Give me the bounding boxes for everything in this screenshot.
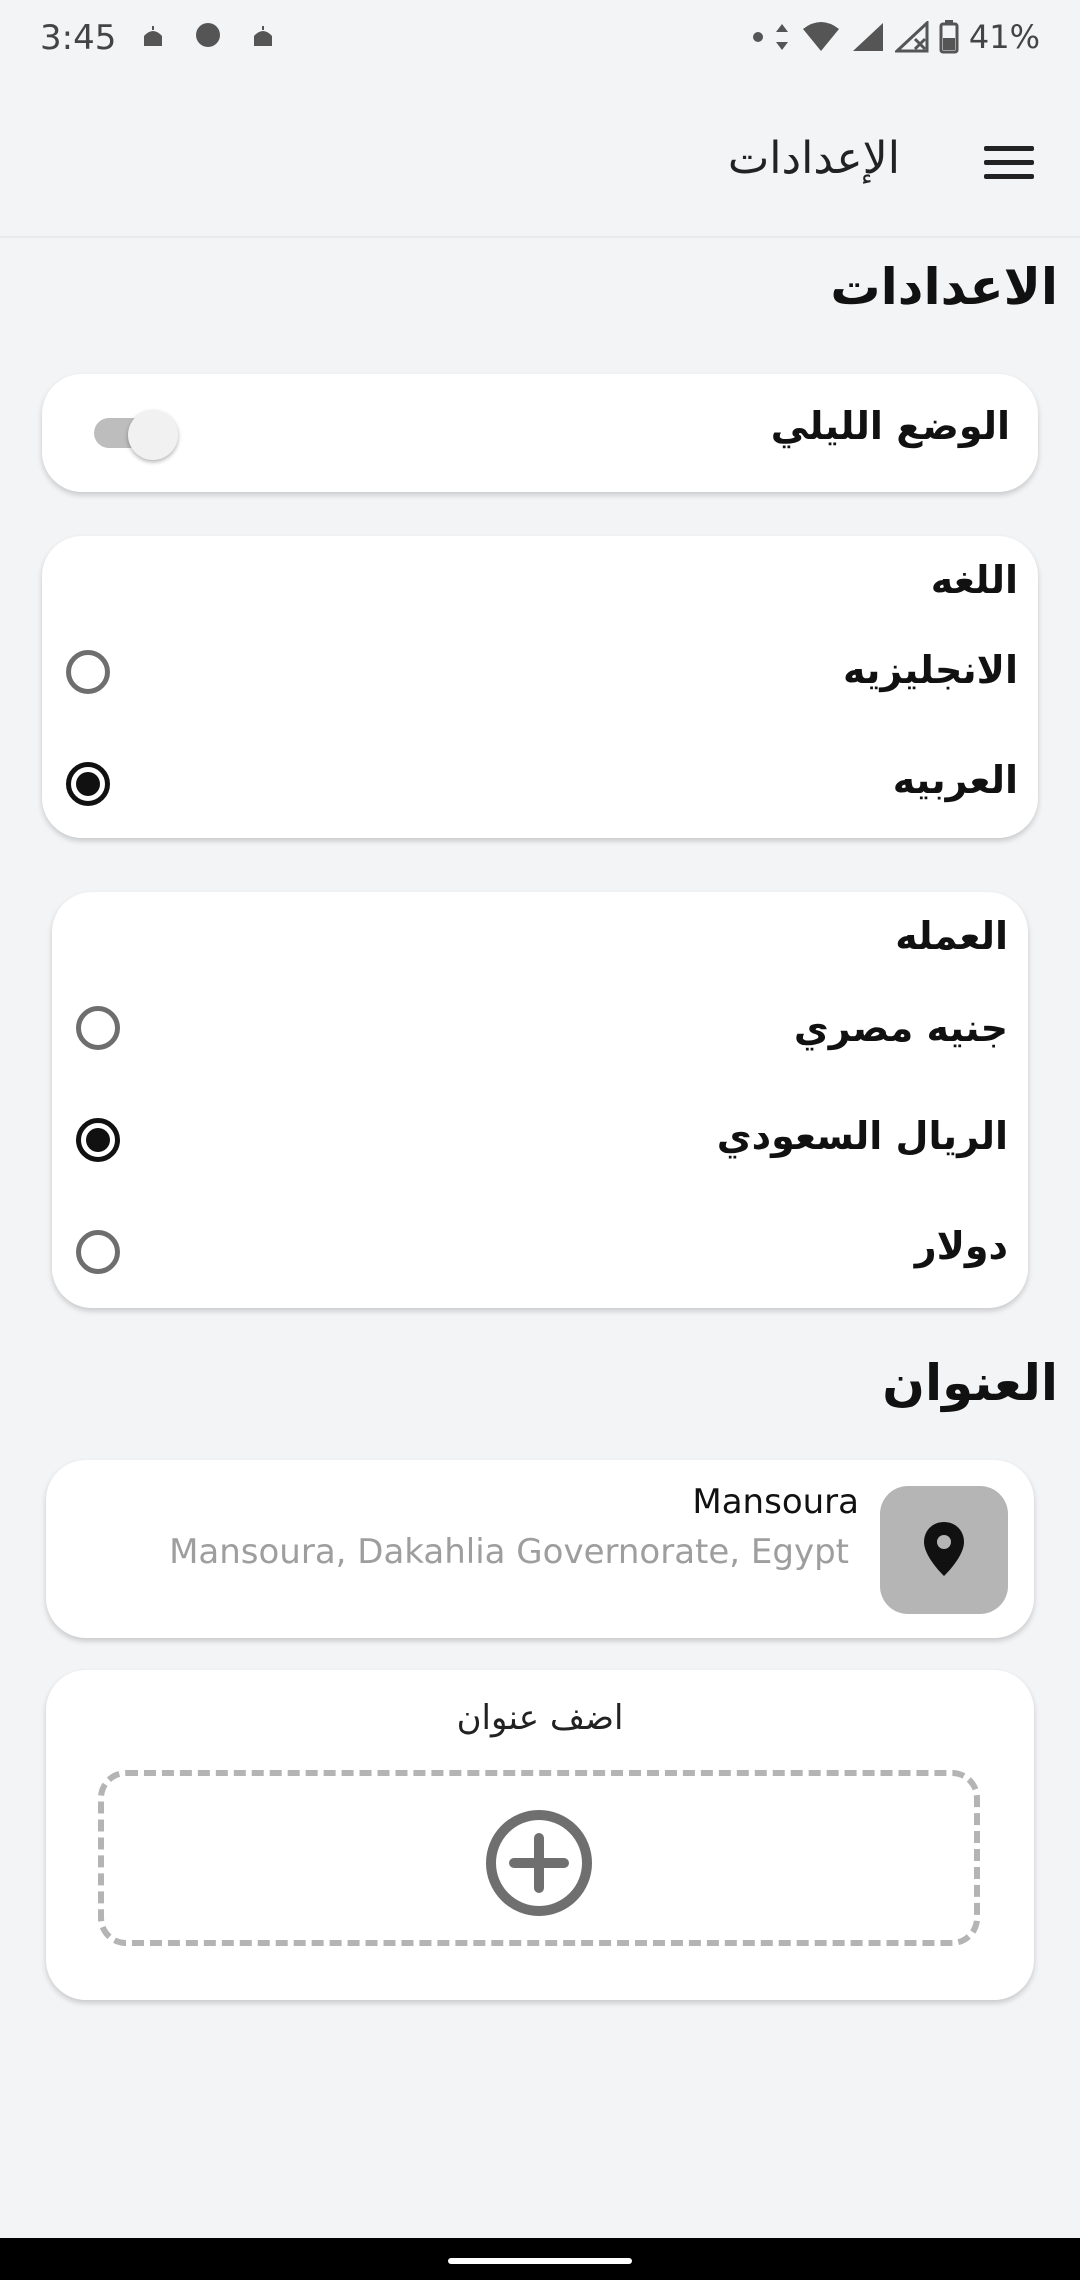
currency-title: العمله bbox=[895, 914, 1008, 958]
currency-option-usd-label[interactable]: دولار bbox=[915, 1224, 1008, 1268]
signal-icon bbox=[852, 23, 883, 51]
status-time: 3:45 bbox=[40, 18, 117, 58]
appbar-title: الإعدادات bbox=[727, 133, 900, 184]
appbar-divider bbox=[0, 236, 1080, 238]
currency-card: العمله جنيه مصري الريال السعودي دولار bbox=[52, 892, 1028, 1308]
status-right-icons: 41% bbox=[752, 18, 1040, 56]
language-arabic-radio[interactable] bbox=[66, 762, 110, 806]
currency-option-egp-label[interactable]: جنيه مصري bbox=[794, 1006, 1008, 1050]
hamburger-menu-icon[interactable] bbox=[984, 146, 1034, 180]
battery-percent: 41% bbox=[968, 18, 1040, 56]
mosque-notification-icon bbox=[144, 26, 162, 46]
status-left-icons bbox=[140, 22, 276, 48]
signal-no-service-icon bbox=[894, 21, 929, 53]
currency-egp-radio[interactable] bbox=[76, 1006, 120, 1050]
night-mode-card[interactable]: الوضع الليلي bbox=[42, 374, 1038, 492]
battery-icon bbox=[939, 20, 959, 54]
circle-notification-icon bbox=[196, 23, 220, 47]
currency-sar-radio[interactable] bbox=[76, 1118, 120, 1162]
add-address-label: اضف عنوان bbox=[456, 1698, 624, 1738]
address-name: Mansoura bbox=[692, 1482, 859, 1522]
mosque-notification-icon bbox=[254, 26, 272, 46]
wifi-icon bbox=[802, 22, 839, 51]
night-mode-switch-thumb[interactable] bbox=[128, 410, 178, 460]
location-button[interactable] bbox=[880, 1486, 1008, 1614]
add-circle-icon[interactable] bbox=[484, 1808, 594, 1918]
address-full: Mansoura, Dakahlia Governorate, Egypt bbox=[169, 1532, 849, 1572]
add-address-card[interactable]: اضف عنوان bbox=[46, 1670, 1034, 2000]
currency-usd-radio[interactable] bbox=[76, 1230, 120, 1274]
currency-option-sar-label[interactable]: الريال السعودي bbox=[717, 1114, 1008, 1158]
dot-icon bbox=[752, 32, 763, 42]
data-arrows-icon bbox=[775, 24, 788, 50]
night-mode-label: الوضع الليلي bbox=[770, 404, 1010, 448]
language-option-arabic-label[interactable]: العربيه bbox=[893, 758, 1018, 802]
address-heading: العنوان bbox=[882, 1354, 1058, 1412]
home-gesture-pill[interactable] bbox=[448, 2258, 632, 2264]
address-card[interactable]: Mansoura Mansoura, Dakahlia Governorate,… bbox=[46, 1460, 1034, 1638]
language-option-english-label[interactable]: الانجليزيه bbox=[843, 648, 1018, 692]
language-title: اللغه bbox=[930, 558, 1018, 602]
location-pin-icon bbox=[924, 1522, 964, 1576]
language-english-radio[interactable] bbox=[66, 650, 110, 694]
page-title: الاعدادات bbox=[830, 258, 1058, 316]
language-card: اللغه الانجليزيه العربيه bbox=[42, 536, 1038, 838]
